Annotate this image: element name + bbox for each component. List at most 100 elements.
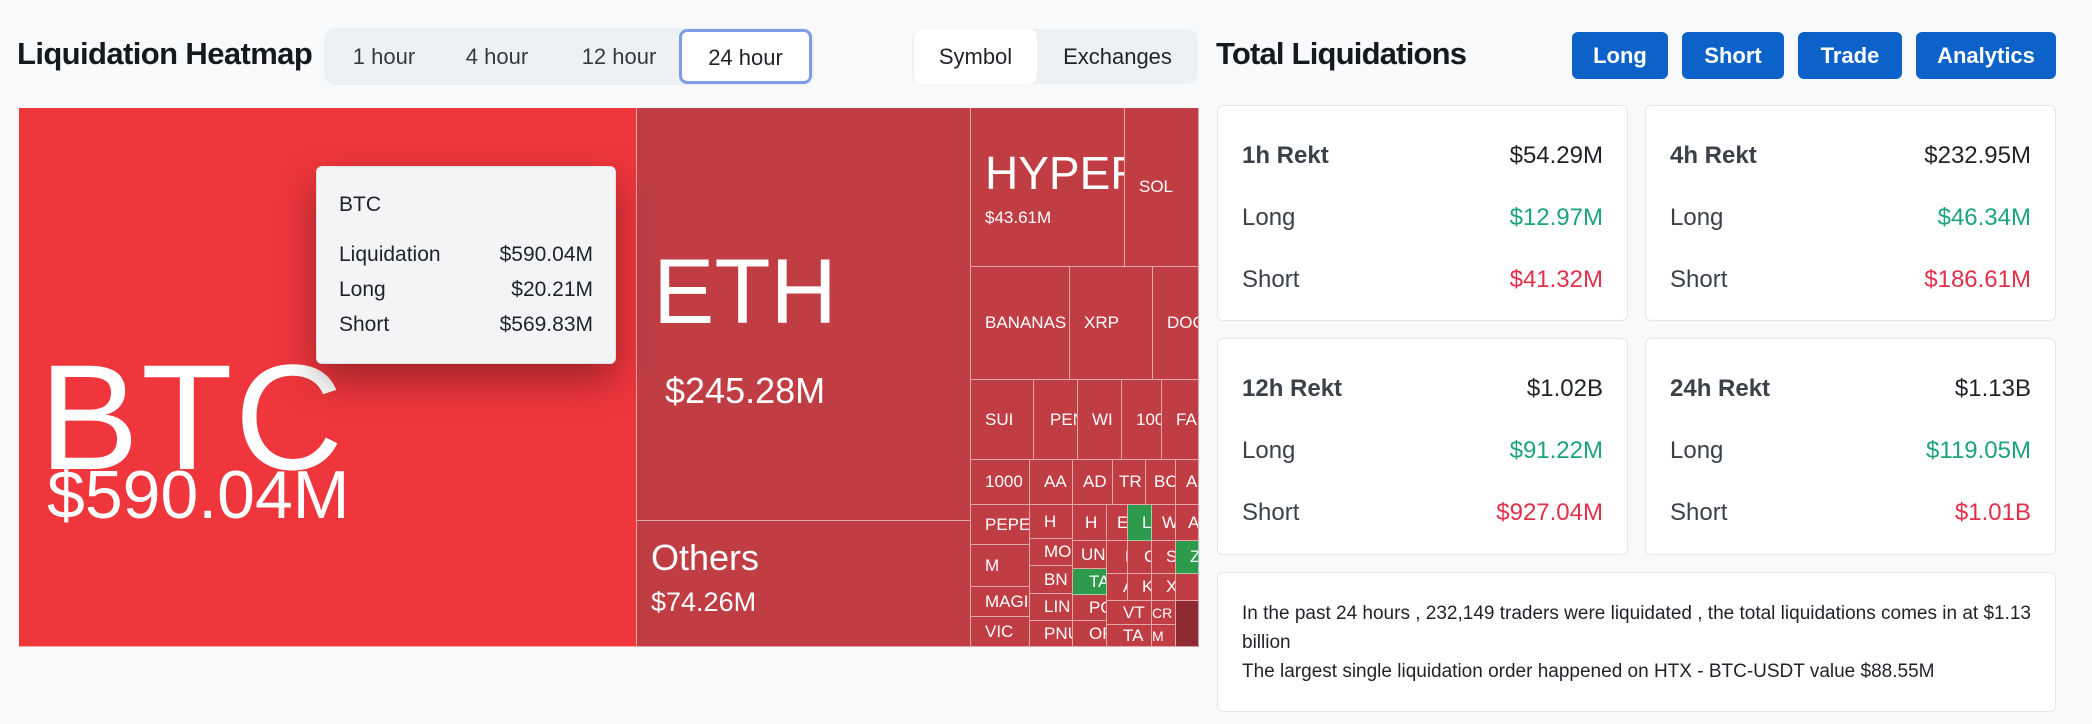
long-button[interactable]: Long <box>1572 32 1668 79</box>
tile-doge[interactable]: DOG <box>1153 267 1199 380</box>
tile-wif[interactable]: WI <box>1078 380 1122 460</box>
tile-others-value: $74.26M <box>651 587 757 617</box>
tile-ta[interactable]: TA <box>1073 569 1107 595</box>
tile-ee[interactable]: E <box>1107 505 1128 541</box>
tile-a3[interactable]: A <box>1107 574 1128 601</box>
tile-h[interactable]: H <box>1030 505 1073 539</box>
tile-zz[interactable]: Z <box>1176 541 1199 574</box>
card-short-label: Short <box>1670 499 1728 526</box>
tile-1000-name: 1000 <box>985 472 1023 491</box>
tile-blank-2[interactable] <box>1176 601 1199 647</box>
card-long-label: Long <box>1670 204 1724 231</box>
summary-line-2: The largest single liquidation order hap… <box>1242 661 1935 682</box>
card-title: 12h Rekt <box>1242 375 1343 402</box>
tile-mo[interactable]: MO <box>1030 539 1073 566</box>
tile-a1[interactable]: A <box>1176 460 1199 505</box>
tile-lin[interactable]: LIN <box>1030 594 1073 621</box>
timeframe-24-hour-button[interactable]: 24 hour <box>679 29 812 84</box>
tile-eth[interactable]: ETH $245.28M <box>637 108 971 521</box>
card-total: $232.95M <box>1924 142 2031 169</box>
tile-ff[interactable]: F <box>1107 541 1128 574</box>
btc-tooltip: BTC Liquidation $590.04M Long $20.21M Sh… <box>316 166 616 364</box>
tile-tr[interactable]: TR <box>1113 460 1146 505</box>
analytics-button[interactable]: Analytics <box>1916 32 2056 79</box>
tile-ww-name: W <box>1162 513 1175 533</box>
card-title: 1h Rekt <box>1242 142 1329 169</box>
tile-kk[interactable]: K <box>1128 574 1152 601</box>
tile-cc[interactable]: C <box>1128 541 1152 574</box>
card-long-value: $46.34M <box>1937 204 2031 231</box>
tile-eth-value: $245.28M <box>665 370 826 411</box>
tile-hh-name: H <box>1085 512 1098 532</box>
tile-pepe[interactable]: PEPE <box>971 505 1030 545</box>
tile-pnu[interactable]: PNU <box>1030 621 1073 647</box>
tile-ee-name: E <box>1117 512 1128 532</box>
tile-m[interactable]: M <box>971 545 1030 587</box>
tile-un[interactable]: UN <box>1073 541 1107 569</box>
card-short-label: Short <box>1670 266 1728 293</box>
tile-vic-name: VIC <box>985 621 1014 641</box>
tile-ad[interactable]: AD <box>1073 460 1113 505</box>
tile-ll[interactable]: L <box>1128 505 1152 541</box>
tile-tr-name: TR <box>1119 472 1142 491</box>
tile-vic[interactable]: VIC <box>971 617 1030 647</box>
card-long-label: Long <box>1670 437 1724 464</box>
trade-button[interactable]: Trade <box>1798 32 1902 79</box>
tile-or[interactable]: OR <box>1073 621 1107 647</box>
tile-pepe-name: PEPE <box>985 514 1030 534</box>
tile-blank-1[interactable] <box>1176 574 1199 601</box>
view-exchanges-button[interactable]: Exchanges <box>1040 29 1195 84</box>
timeframe-4-hour-button[interactable]: 4 hour <box>442 28 552 85</box>
tile-pen[interactable]: PEN <box>1034 380 1078 460</box>
tooltip-short-row: Short $569.83M <box>339 313 593 337</box>
tile-xrp-name: XRP <box>1084 313 1119 332</box>
tile-sui[interactable]: SUI <box>971 380 1034 460</box>
tile-tt[interactable]: TA <box>1107 625 1152 647</box>
tile-cr[interactable]: CR <box>1152 601 1176 625</box>
tile-others-name: Others <box>651 537 760 578</box>
tile-vt[interactable]: VT <box>1107 601 1152 625</box>
tile-po-name: PO <box>1089 597 1106 617</box>
timeframe-12-hour-button[interactable]: 12 hour <box>564 28 674 85</box>
tooltip-short-label: Short <box>339 313 390 336</box>
card-title: 4h Rekt <box>1670 142 1757 169</box>
tile-aa[interactable]: AA <box>1030 460 1073 505</box>
view-symbol-button[interactable]: Symbol <box>914 29 1037 84</box>
tile-bananas[interactable]: BANANAS <box>971 267 1070 380</box>
tile-mm[interactable]: M <box>1152 625 1176 647</box>
tile-ta-name: TA <box>1089 571 1106 591</box>
tile-1000[interactable]: 1000 <box>971 460 1030 505</box>
tile-btc-value: $590.04M <box>47 457 350 533</box>
tile-ss[interactable]: S <box>1152 541 1176 574</box>
tile-fa[interactable]: FA <box>1162 380 1199 460</box>
tile-fa-name: FA <box>1176 409 1197 429</box>
card-short-value: $927.04M <box>1496 499 1603 526</box>
short-button[interactable]: Short <box>1682 32 1784 79</box>
tile-others[interactable]: Others $74.26M <box>637 521 971 647</box>
card-short-label: Short <box>1242 499 1300 526</box>
tile-magic-name: MAGI <box>985 591 1029 611</box>
tile-sol[interactable]: SOL <box>1125 108 1199 267</box>
tile-bananas-name: BANANAS <box>985 313 1067 332</box>
card-long-value: $91.22M <box>1509 437 1603 464</box>
tile-cc-name: C <box>1144 547 1151 567</box>
tile-xx[interactable]: X <box>1152 574 1176 601</box>
tile-hyper[interactable]: HYPER $43.61M <box>971 108 1125 267</box>
tile-po[interactable]: PO <box>1073 595 1107 621</box>
tile-aa2[interactable]: A <box>1176 505 1199 541</box>
card-long-value: $119.05M <box>1926 437 2031 464</box>
timeframe-1-hour-button[interactable]: 1 hour <box>330 28 438 85</box>
tile-hh[interactable]: H <box>1073 505 1107 541</box>
tile-bc[interactable]: BC <box>1146 460 1176 505</box>
tile-magic[interactable]: MAGI <box>971 587 1030 617</box>
tile-100[interactable]: 100 <box>1122 380 1162 460</box>
card-short-value: $1.01B <box>1954 499 2031 526</box>
tile-vt-name: VT <box>1123 602 1145 622</box>
tile-eth-name: ETH <box>653 241 837 343</box>
tile-ww[interactable]: W <box>1152 505 1176 541</box>
tile-zz-name: Z <box>1190 547 1198 567</box>
card-1h-rekt: 1h Rekt $54.29M Long $12.97M Short $41.32M <box>1217 105 1628 321</box>
tile-bn[interactable]: BN <box>1030 566 1073 594</box>
tile-xrp[interactable]: XRP <box>1070 267 1153 380</box>
tooltip-symbol: BTC <box>339 193 381 216</box>
